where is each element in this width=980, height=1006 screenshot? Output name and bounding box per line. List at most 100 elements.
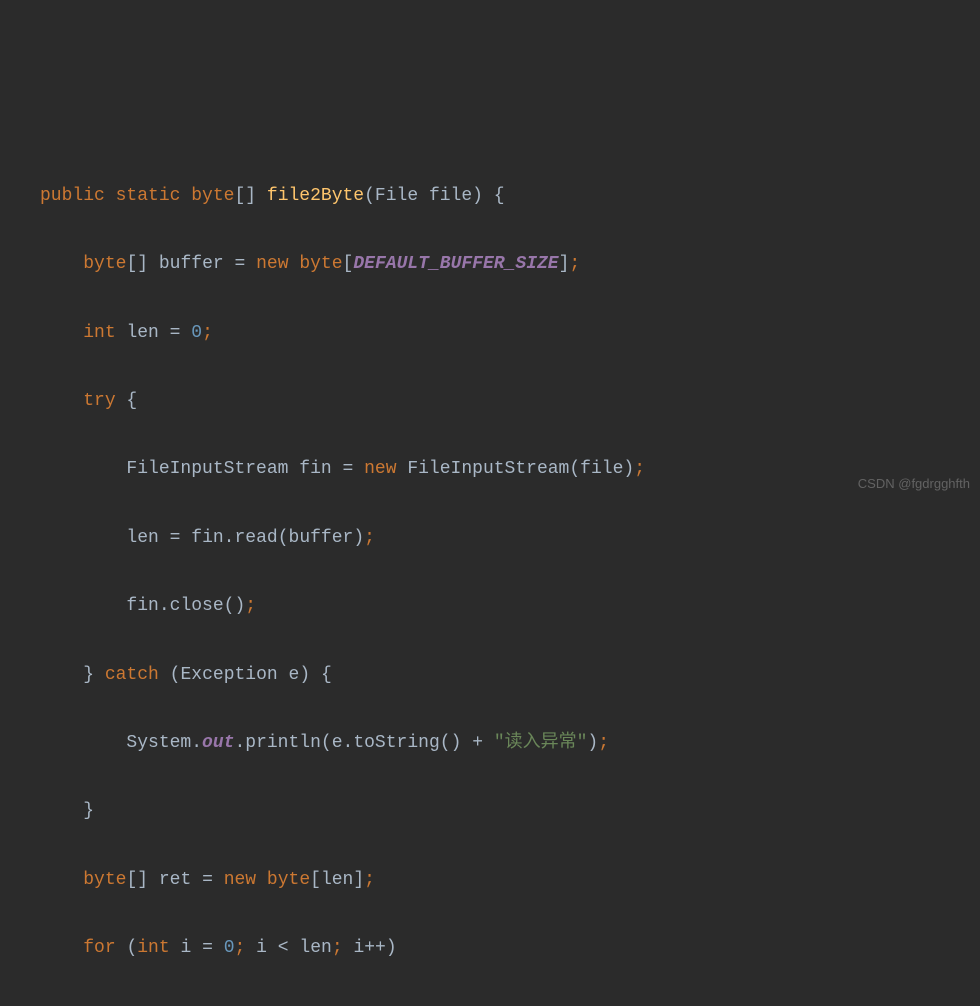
constant-buffer-size: DEFAULT_BUFFER_SIZE (353, 254, 558, 274)
code-line-7: fin.close(); (0, 589, 980, 623)
bracket-open: [ (310, 870, 321, 890)
paren-open: ( (126, 938, 137, 958)
method-read: read (234, 528, 277, 548)
arg-file: file (580, 459, 623, 479)
field-out: out (202, 733, 234, 753)
paren-open: ( (278, 528, 289, 548)
code-line-5: FileInputStream fin = new FileInputStrea… (0, 452, 980, 486)
semicolon: ; (245, 596, 256, 616)
type-byte: byte (83, 254, 126, 274)
paren-close: ) (623, 459, 634, 479)
class-fileinputstream: FileInputStream (407, 459, 569, 479)
code-line-3: int len = 0; (0, 316, 980, 350)
keyword-catch: catch (105, 665, 159, 685)
paren-close: ) (299, 665, 310, 685)
brace-open: { (310, 665, 332, 685)
code-line-12: for (int i = 0; i < len; i++) (0, 931, 980, 965)
bracket-close: ] (353, 870, 364, 890)
class-exception: Exception (180, 665, 277, 685)
type-byte: byte (83, 870, 126, 890)
keyword-for: for (83, 938, 115, 958)
operator-inc: ++ (364, 938, 386, 958)
semicolon: ; (332, 938, 343, 958)
keyword-new: new (256, 254, 288, 274)
number-zero: 0 (191, 323, 202, 343)
keyword-static: static (116, 186, 181, 206)
semicolon: ; (569, 254, 580, 274)
paren-close: ) (472, 186, 483, 206)
operator-assign: = (202, 870, 213, 890)
paren-open: ( (224, 596, 235, 616)
var-fin: fin (191, 528, 223, 548)
keyword-new: new (224, 870, 256, 890)
var-e: e (332, 733, 343, 753)
brackets: [] (234, 186, 256, 206)
code-line-4: try { (0, 384, 980, 418)
code-line-11: byte[] ret = new byte[len]; (0, 863, 980, 897)
var-fin: fin (299, 459, 331, 479)
var-len: len (299, 938, 331, 958)
arg-len: len (321, 870, 353, 890)
semicolon: ; (202, 323, 213, 343)
param-type: File (375, 186, 418, 206)
string-literal: "读入异常" (494, 733, 588, 753)
class-system: System (126, 733, 191, 753)
class-fileinputstream: FileInputStream (126, 459, 288, 479)
method-name: file2Byte (267, 186, 364, 206)
brace-open: { (483, 186, 505, 206)
paren-close: ) (234, 596, 245, 616)
bracket-open: [ (343, 254, 354, 274)
method-tostring: toString (353, 733, 439, 753)
keyword-try: try (83, 391, 115, 411)
code-line-1: public static byte[] file2Byte(File file… (0, 179, 980, 213)
code-line-6: len = fin.read(buffer); (0, 521, 980, 555)
keyword-new: new (364, 459, 396, 479)
code-line-9: System.out.println(e.toString() + "读入异常"… (0, 726, 980, 760)
paren-open: ( (440, 733, 451, 753)
dot: . (234, 733, 245, 753)
dot: . (159, 596, 170, 616)
var-ret: ret (159, 870, 191, 890)
operator-assign: = (170, 528, 181, 548)
brackets: [] (126, 254, 148, 274)
code-line-2: byte[] buffer = new byte[DEFAULT_BUFFER_… (0, 247, 980, 281)
var-e: e (289, 665, 300, 685)
code-line-10: } (0, 794, 980, 828)
paren-open: ( (364, 186, 375, 206)
watermark-text: CSDN @fgdrgghfth (858, 472, 970, 497)
paren-close: ) (451, 733, 462, 753)
paren-close: ) (587, 733, 598, 753)
code-line-13: ret[i] = buffer[i]; (0, 999, 980, 1006)
dot: . (224, 528, 235, 548)
operator-lt: < (278, 938, 289, 958)
code-editor: public static byte[] file2Byte(File file… (0, 145, 980, 1006)
var-len: len (126, 528, 158, 548)
semicolon: ; (364, 528, 375, 548)
param-name: file (429, 186, 472, 206)
paren-open: ( (569, 459, 580, 479)
var-len: len (126, 323, 158, 343)
bracket-close: ] (559, 254, 570, 274)
semicolon: ; (235, 938, 246, 958)
brace-open: { (116, 391, 138, 411)
type-byte: byte (191, 186, 234, 206)
semicolon: ; (364, 870, 375, 890)
var-i: i (256, 938, 267, 958)
keyword-public: public (40, 186, 105, 206)
brackets: [] (126, 870, 148, 890)
var-fin: fin (126, 596, 158, 616)
semicolon: ; (598, 733, 609, 753)
type-int: int (137, 938, 169, 958)
operator-assign: = (342, 459, 353, 479)
operator-assign: = (202, 938, 213, 958)
operator-plus: + (472, 733, 483, 753)
paren-close: ) (353, 528, 364, 548)
operator-assign: = (170, 323, 181, 343)
semicolon: ; (634, 459, 645, 479)
method-close: close (170, 596, 224, 616)
number-zero: 0 (224, 938, 235, 958)
dot: . (191, 733, 202, 753)
type-int: int (83, 323, 115, 343)
arg-buffer: buffer (289, 528, 354, 548)
type-byte: byte (299, 254, 342, 274)
